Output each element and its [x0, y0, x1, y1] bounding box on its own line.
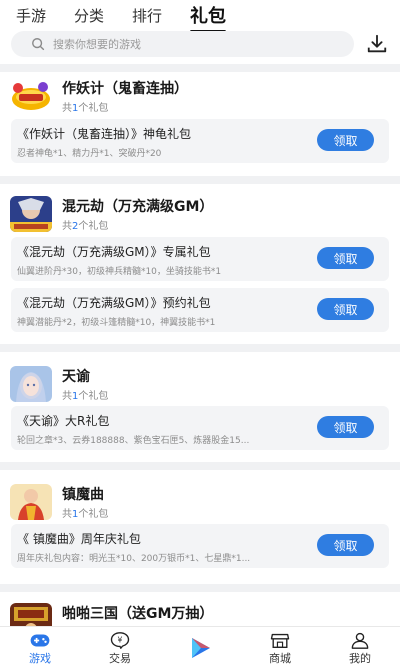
- play-icon: [192, 638, 210, 658]
- search-input[interactable]: 搜索你想要的游戏: [11, 31, 354, 57]
- game-title: 混元劫（万充满级GM）: [62, 199, 214, 215]
- game-title: 天谕: [62, 369, 90, 385]
- gift-contents: 忍者神龟*1、精力丹*1、突破丹*20: [17, 149, 162, 159]
- claim-button[interactable]: 领取: [317, 416, 374, 438]
- nav-label: 我的: [349, 652, 371, 665]
- claim-button[interactable]: 领取: [317, 534, 374, 556]
- gift-item[interactable]: 《作妖计（鬼畜连抽）》神龟礼包 忍者神龟*1、精力丹*1、突破丹*20 领取: [11, 119, 389, 163]
- yen-bubble-icon: ¥: [110, 632, 130, 649]
- svg-text:¥: ¥: [118, 636, 123, 645]
- game-header[interactable]: 作妖计（鬼畜连抽） 共1个礼包: [10, 78, 390, 118]
- gift-count: 共1个礼包: [62, 103, 109, 114]
- game-title: 镇魔曲: [62, 487, 104, 503]
- section-divider: [0, 176, 400, 184]
- gift-item[interactable]: 《混元劫（万充满级GM）》专属礼包 仙翼进阶丹*30，初级神兵精髓*10，坐骑技…: [11, 237, 389, 281]
- game-icon-hunyuanjie: [10, 196, 52, 232]
- game-title: 啪啪三国（送GM万抽）: [62, 606, 214, 622]
- gift-contents: 仙翼进阶丹*30，初级神兵精髓*10，坐骑技能书*1: [17, 267, 222, 277]
- gift-name: 《 镇魔曲》周年庆礼包: [17, 532, 141, 546]
- bottom-nav: 游戏 ¥ 交易 商城 我的: [0, 626, 400, 666]
- game-title: 作妖计（鬼畜连抽）: [62, 81, 188, 97]
- gamepad-icon: [30, 634, 50, 647]
- claim-button[interactable]: 领取: [317, 129, 374, 151]
- game-icon-zuoyaoji: [10, 78, 52, 114]
- gift-count: 共1个礼包: [62, 509, 109, 520]
- gift-contents: 轮回之章*3、云券188888、紫色宝石匣5、炼器股金15...: [17, 436, 250, 446]
- gift-contents: 周年庆礼包内容：明光玉*10、200万银币*1、七星鼎*1...: [17, 554, 251, 564]
- game-header[interactable]: 混元劫（万充满级GM） 共2个礼包: [10, 196, 390, 236]
- tab-rankings[interactable]: 排行: [132, 5, 162, 26]
- nav-label: 游戏: [29, 652, 51, 665]
- gift-name: 《混元劫（万充满级GM）》预约礼包: [17, 296, 211, 310]
- section-divider: [0, 64, 400, 72]
- nav-label: 交易: [109, 652, 131, 665]
- gift-count: 共2个礼包: [62, 221, 109, 232]
- search-icon: [32, 38, 45, 51]
- claim-button[interactable]: 领取: [317, 247, 374, 269]
- nav-play[interactable]: [160, 627, 240, 666]
- gift-count: 共1个礼包: [62, 391, 109, 402]
- tab-mobile-games[interactable]: 手游: [16, 5, 46, 26]
- nav-label: 商城: [269, 652, 291, 665]
- section-divider: [0, 344, 400, 352]
- gift-item[interactable]: 《 镇魔曲》周年庆礼包 周年庆礼包内容：明光玉*10、200万银币*1、七星鼎*…: [11, 524, 389, 568]
- download-icon[interactable]: [366, 33, 388, 55]
- nav-games[interactable]: 游戏: [0, 627, 80, 666]
- game-icon-zhenmoqu: [10, 484, 52, 520]
- section-divider: [0, 462, 400, 470]
- game-header[interactable]: 镇魔曲 共1个礼包: [10, 484, 390, 524]
- gift-name: 《作妖计（鬼畜连抽）》神龟礼包: [17, 127, 192, 141]
- gift-item[interactable]: 《天谕》大R礼包 轮回之章*3、云券188888、紫色宝石匣5、炼器股金15..…: [11, 406, 389, 450]
- store-icon: [270, 633, 290, 648]
- claim-button[interactable]: 领取: [317, 298, 374, 320]
- game-header[interactable]: 天谕 共1个礼包: [10, 366, 390, 406]
- nav-trade[interactable]: ¥ 交易: [80, 627, 160, 666]
- search-placeholder: 搜索你想要的游戏: [53, 38, 141, 51]
- gift-name: 《混元劫（万充满级GM）》专属礼包: [17, 245, 211, 259]
- nav-profile[interactable]: 我的: [320, 627, 400, 666]
- game-icon-tianyu: [10, 366, 52, 402]
- top-tabs: 手游 分类 排行 礼包: [0, 0, 400, 33]
- tab-categories[interactable]: 分类: [74, 5, 104, 26]
- gift-item[interactable]: 《混元劫（万充满级GM）》预约礼包 神翼潜能丹*2，初级斗篷精髓*10，神翼技能…: [11, 288, 389, 332]
- nav-store[interactable]: 商城: [240, 627, 320, 666]
- search-row: 搜索你想要的游戏: [0, 30, 400, 60]
- section-divider: [0, 584, 400, 592]
- gift-name: 《天谕》大R礼包: [17, 414, 110, 428]
- gift-contents: 神翼潜能丹*2，初级斗篷精髓*10，神翼技能书*1: [17, 318, 216, 328]
- tab-gift-packs[interactable]: 礼包: [190, 2, 227, 33]
- user-icon: [351, 632, 369, 649]
